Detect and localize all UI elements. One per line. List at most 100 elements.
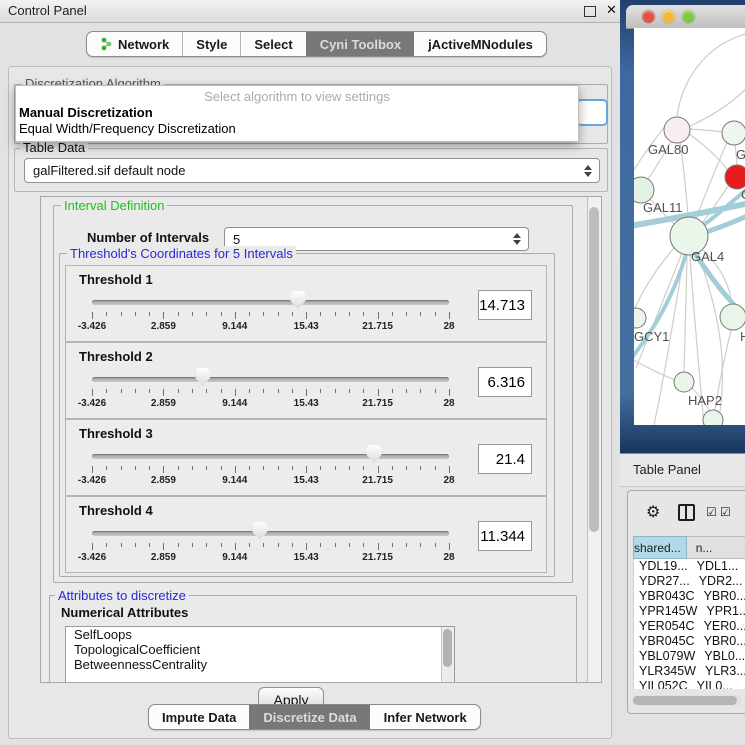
tab-discretize-data[interactable]: Discretize Data xyxy=(249,705,369,729)
threshold-value-field[interactable]: 14.713 xyxy=(478,290,532,320)
algorithm-combobox-focus-ring[interactable] xyxy=(576,99,608,126)
table-cell[interactable]: YER054C xyxy=(634,619,695,634)
table-cell[interactable]: YLR345W xyxy=(634,664,696,679)
table-row[interactable]: YBR045CYBR0... xyxy=(634,634,745,649)
network-node[interactable] xyxy=(725,165,745,189)
table-row[interactable]: YPR145WYPR1... xyxy=(634,604,745,619)
table-cell[interactable]: YDR2... xyxy=(690,574,745,589)
threshold-value-field[interactable]: 11.344 xyxy=(478,521,532,551)
numerical-attributes-list[interactable]: SelfLoopsTopologicalCoefficientBetweenne… xyxy=(65,626,455,683)
close-icon[interactable]: ✕ xyxy=(606,2,617,18)
tick-mark xyxy=(92,312,93,319)
column-header-shared-name[interactable]: shared... xyxy=(633,536,687,559)
table-row[interactable]: YBL079WYBL0... xyxy=(634,649,745,664)
tick-label: 21.715 xyxy=(362,475,393,486)
table-cell[interactable]: YIL0... xyxy=(688,679,745,689)
table-cell[interactable]: YDR27... xyxy=(634,574,690,589)
mac-minimize-button[interactable] xyxy=(662,10,675,23)
slider-track[interactable] xyxy=(92,377,449,382)
table-horizontal-scrollbar[interactable] xyxy=(632,695,742,706)
slider-track[interactable] xyxy=(92,300,449,305)
tab-select[interactable]: Select xyxy=(240,32,305,56)
slider[interactable]: -3.4262.8599.14415.4321.71528 xyxy=(92,343,449,418)
network-node[interactable] xyxy=(664,117,690,143)
network-node[interactable] xyxy=(634,308,646,328)
table-cell[interactable]: YBR0... xyxy=(695,634,745,649)
network-view-canvas[interactable]: GAL80GCGAL11GAL4GCY1HHAP2 xyxy=(634,28,745,425)
network-edge[interactable] xyxy=(690,129,723,132)
network-node[interactable] xyxy=(720,304,745,330)
attribute-item[interactable]: BetweennessCentrality xyxy=(66,657,454,672)
slider-thumb[interactable] xyxy=(367,445,382,463)
slider[interactable]: -3.4262.8599.14415.4321.71528 xyxy=(92,497,449,572)
table-row[interactable]: YLR345WYLR3... xyxy=(634,664,745,679)
table-cell[interactable]: YDL19... xyxy=(634,559,688,574)
attributes-scrollbar[interactable] xyxy=(441,627,454,683)
network-node[interactable] xyxy=(703,410,723,425)
stepper-arrows-icon xyxy=(584,165,593,177)
tick-label: 2.859 xyxy=(151,321,176,332)
slider[interactable]: -3.4262.8599.14415.4321.71528 xyxy=(92,420,449,495)
table-cell[interactable]: YBR0... xyxy=(695,589,745,604)
checkbox-icon[interactable]: ☑ xyxy=(706,505,717,519)
tab-cyni-toolbox[interactable]: Cyni Toolbox xyxy=(306,32,414,56)
mac-zoom-button[interactable] xyxy=(682,10,695,23)
network-edge[interactable] xyxy=(634,243,678,310)
table-cell[interactable]: YBL079W xyxy=(634,649,695,664)
table-data-combobox[interactable]: galFiltered.sif default node xyxy=(24,158,600,183)
scrollbar-thumb[interactable] xyxy=(443,629,452,667)
network-edge[interactable] xyxy=(690,86,745,126)
table-row[interactable]: YBR043CYBR0... xyxy=(634,589,745,604)
algorithm-option-equal-width[interactable]: Equal Width/Frequency Discretization xyxy=(16,121,578,137)
network-node[interactable] xyxy=(674,372,694,392)
tab-label: Impute Data xyxy=(162,710,236,725)
scrollbar-thumb[interactable] xyxy=(633,696,737,705)
slider-track[interactable] xyxy=(92,531,449,536)
table-cell[interactable]: YIL052C xyxy=(634,679,688,689)
float-panel-icon[interactable] xyxy=(584,6,596,17)
slider-track[interactable] xyxy=(92,454,449,459)
table-cell[interactable]: YPR1... xyxy=(697,604,745,619)
table-cell[interactable]: YBR045C xyxy=(634,634,695,649)
table-cell[interactable]: YPR145W xyxy=(634,604,697,619)
slider[interactable]: -3.4262.8599.14415.4321.71528 xyxy=(92,266,449,341)
threshold-value-field[interactable]: 21.4 xyxy=(478,444,532,474)
tick-mark xyxy=(263,312,264,316)
tab-jactivemnodules[interactable]: jActiveMNodules xyxy=(414,32,546,56)
table-row[interactable]: YER054CYER0... xyxy=(634,619,745,634)
tick-mark xyxy=(206,543,207,547)
table-cell[interactable]: YER0... xyxy=(695,619,745,634)
table-cell[interactable]: YDL1... xyxy=(688,559,745,574)
network-edge[interactable] xyxy=(677,33,745,116)
network-node[interactable] xyxy=(722,121,745,145)
table-row[interactable]: YDR27...YDR2... xyxy=(634,574,745,589)
tick-mark xyxy=(306,312,307,319)
slider-thumb[interactable] xyxy=(195,368,210,386)
attribute-item[interactable]: SelfLoops xyxy=(66,627,454,642)
table-cell[interactable]: YBR043C xyxy=(634,589,695,604)
network-edge[interactable] xyxy=(684,256,687,373)
tab-label: Select xyxy=(254,37,292,52)
attribute-item[interactable]: TopologicalCoefficient xyxy=(66,642,454,657)
algorithm-option-manual[interactable]: Manual Discretization xyxy=(16,105,578,121)
network-window-titlebar[interactable] xyxy=(626,5,745,29)
column-header-name[interactable]: n... xyxy=(687,536,745,559)
scrollbar-thumb[interactable] xyxy=(589,207,599,532)
table-row[interactable]: YIL052CYIL0... xyxy=(634,679,745,689)
table-row[interactable]: YDL19...YDL1... xyxy=(634,559,745,574)
tab-impute-data[interactable]: Impute Data xyxy=(149,705,249,729)
tab-infer-network[interactable]: Infer Network xyxy=(370,705,480,729)
table-cell[interactable]: YBL0... xyxy=(695,649,745,664)
network-edge[interactable] xyxy=(634,358,675,380)
tab-network[interactable]: Network xyxy=(87,32,182,56)
gear-icon[interactable]: ⚙ xyxy=(646,502,660,522)
columns-icon[interactable] xyxy=(678,504,695,521)
table-cell[interactable]: YLR3... xyxy=(696,664,745,679)
mac-close-button[interactable] xyxy=(642,10,655,23)
checkbox-icon[interactable]: ☑ xyxy=(720,505,731,519)
slider-thumb[interactable] xyxy=(290,291,305,309)
panel-vertical-scrollbar[interactable] xyxy=(587,197,601,682)
tab-style[interactable]: Style xyxy=(182,32,240,56)
threshold-value-field[interactable]: 6.316 xyxy=(478,367,532,397)
slider-thumb[interactable] xyxy=(252,522,267,540)
